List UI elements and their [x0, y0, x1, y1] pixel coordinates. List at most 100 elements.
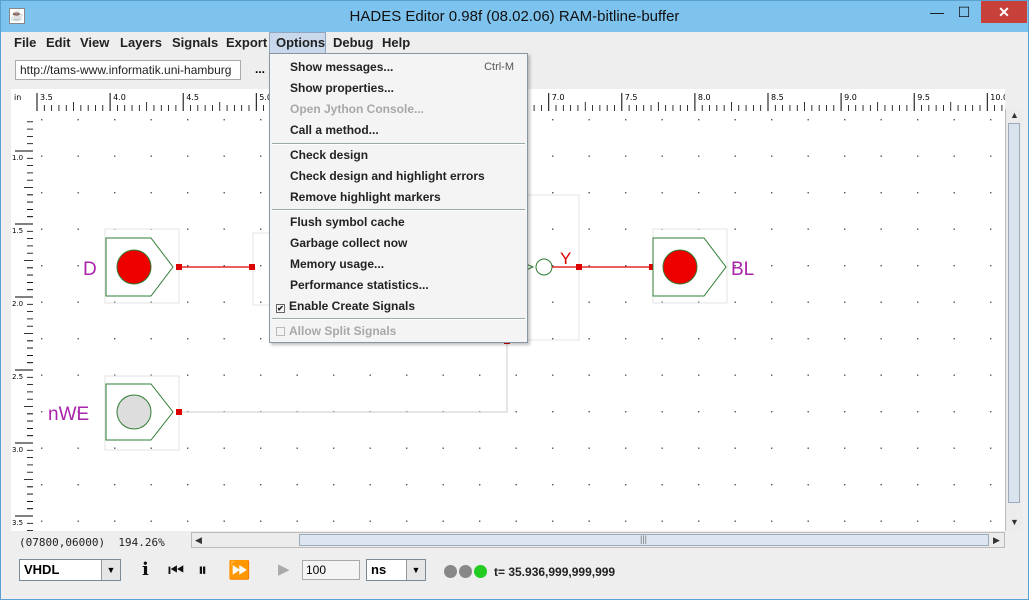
menu-item-open-jython-console: Open Jython Console...	[290, 102, 425, 116]
menu-item-check-design-highlight[interactable]: Check design and highlight errors	[290, 166, 485, 186]
menu-item-memory-usage[interactable]: Memory usage...	[290, 254, 384, 274]
grid-dot	[953, 192, 955, 194]
grid-dot	[41, 192, 43, 194]
grid-dot	[807, 447, 809, 449]
ruler-label: 2.0	[12, 300, 23, 308]
port-hidden-in[interactable]	[249, 264, 255, 270]
grid-dot	[844, 338, 846, 340]
menu-item-garbage-collect[interactable]: Garbage collect now	[290, 233, 407, 253]
scroll-left-arrow-icon[interactable]: ◀	[195, 535, 202, 546]
grid-dot	[223, 374, 225, 376]
maximize-button[interactable]: ☐	[951, 1, 977, 23]
time-unit-value: ns	[371, 562, 387, 577]
port-y-out[interactable]	[576, 264, 582, 270]
grid-dot	[260, 192, 262, 194]
grid-dot	[41, 119, 43, 121]
grid-dot	[990, 447, 992, 449]
grid-dot	[625, 484, 627, 486]
title-bar[interactable]: ☕ HADES Editor 0.98f (08.02.06) RAM-bitl…	[1, 1, 1028, 32]
grid-dot	[880, 411, 882, 413]
menu-item-show-properties[interactable]: Show properties...	[290, 78, 394, 98]
checkbox-checked-icon[interactable]: ✔	[276, 304, 285, 313]
grid-dot	[187, 520, 189, 522]
menu-item-check-design[interactable]: Check design	[290, 145, 368, 165]
chevron-down-icon[interactable]: ▼	[406, 560, 425, 580]
grid-dot	[442, 484, 444, 486]
input-nwe-led[interactable]	[116, 394, 152, 430]
close-button[interactable]: ✕	[981, 1, 1027, 23]
grid-dot	[77, 484, 79, 486]
grid-dot	[77, 155, 79, 157]
grid-dot	[41, 265, 43, 267]
input-d-led[interactable]	[116, 249, 152, 285]
vertical-scroll-thumb[interactable]	[1008, 123, 1020, 503]
menu-item-enable-create-signals[interactable]: ✔ Enable Create Signals	[276, 296, 415, 316]
port-nwe-out[interactable]	[176, 409, 182, 415]
grid-dot	[990, 265, 992, 267]
browse-button[interactable]: ...	[255, 62, 265, 76]
step-value-input[interactable]: 100	[302, 560, 360, 580]
menu-debug[interactable]: Debug	[327, 32, 379, 54]
horizontal-scrollbar[interactable]: ◀ ||| ▶	[191, 532, 1005, 548]
minimize-button[interactable]: —	[924, 1, 950, 23]
menu-item-performance-statistics[interactable]: Performance statistics...	[290, 275, 429, 295]
play-icon[interactable]: ▶	[278, 559, 290, 581]
grid-dot	[661, 447, 663, 449]
ruler-label: 1.5	[12, 227, 23, 235]
menu-view[interactable]: View	[74, 32, 115, 54]
info-button[interactable]: i	[142, 559, 149, 581]
horizontal-scroll-thumb[interactable]: |||	[299, 534, 989, 546]
menu-options[interactable]: Options	[269, 32, 326, 54]
time-unit-select[interactable]: ns ▼	[366, 559, 426, 581]
menu-item-remove-highlight[interactable]: Remove highlight markers	[290, 187, 441, 207]
menu-export[interactable]: Export	[220, 32, 273, 54]
url-field[interactable]: http://tams-www.informatik.uni-hamburg	[15, 60, 241, 80]
menu-help[interactable]: Help	[376, 32, 416, 54]
grid-dot	[917, 155, 919, 157]
grid-dot	[41, 155, 43, 157]
pause-icon[interactable]: ⏸	[198, 559, 207, 581]
scroll-right-arrow-icon[interactable]: ▶	[993, 535, 1000, 546]
ruler-label: 7.5	[625, 93, 638, 102]
chevron-down-icon[interactable]: ▼	[101, 560, 120, 580]
language-select[interactable]: VHDL ▼	[19, 559, 121, 581]
menu-item-label: Show messages...	[290, 60, 394, 74]
vertical-scrollbar[interactable]: ▲ ▼	[1005, 109, 1022, 531]
grid-dot	[369, 520, 371, 522]
grid-dot	[698, 119, 700, 121]
grid-dot	[588, 228, 590, 230]
grid-dot	[734, 301, 736, 303]
grid-dot	[698, 411, 700, 413]
grid-dot	[953, 265, 955, 267]
grid-dot	[698, 520, 700, 522]
grid-dot	[479, 520, 481, 522]
grid-dot	[77, 338, 79, 340]
wire-nwe[interactable]	[179, 340, 508, 413]
grid-dot	[369, 447, 371, 449]
scroll-down-arrow-icon[interactable]: ▼	[1010, 517, 1019, 527]
menu-layers[interactable]: Layers	[114, 32, 168, 54]
rewind-icon[interactable]: ⏮	[168, 559, 184, 581]
menu-file[interactable]: File	[8, 32, 42, 54]
grid-dot	[588, 338, 590, 340]
port-d-out[interactable]	[176, 264, 182, 270]
ruler-label: 8.0	[698, 93, 711, 102]
menu-item-label: Enable Create Signals	[289, 299, 416, 313]
grid-dot	[41, 447, 43, 449]
menu-signals[interactable]: Signals	[166, 32, 224, 54]
menu-edit[interactable]: Edit	[40, 32, 77, 54]
menu-item-show-messages[interactable]: Show messages... Ctrl-M	[271, 57, 526, 77]
output-bl-led[interactable]	[662, 249, 698, 285]
buffer-inverter-bubble	[535, 258, 553, 276]
grid-dot	[661, 155, 663, 157]
fast-forward-icon[interactable]: ⏩	[228, 559, 250, 581]
ruler-label: 2.5	[12, 373, 23, 381]
grid-dot	[880, 374, 882, 376]
grid-dot	[698, 192, 700, 194]
grid-dot	[990, 155, 992, 157]
scroll-up-arrow-icon[interactable]: ▲	[1010, 110, 1019, 120]
menu-item-call-method[interactable]: Call a method...	[290, 120, 379, 140]
grid-dot	[515, 411, 517, 413]
grid-dot	[698, 338, 700, 340]
menu-item-flush-symbol-cache[interactable]: Flush symbol cache	[290, 212, 405, 232]
